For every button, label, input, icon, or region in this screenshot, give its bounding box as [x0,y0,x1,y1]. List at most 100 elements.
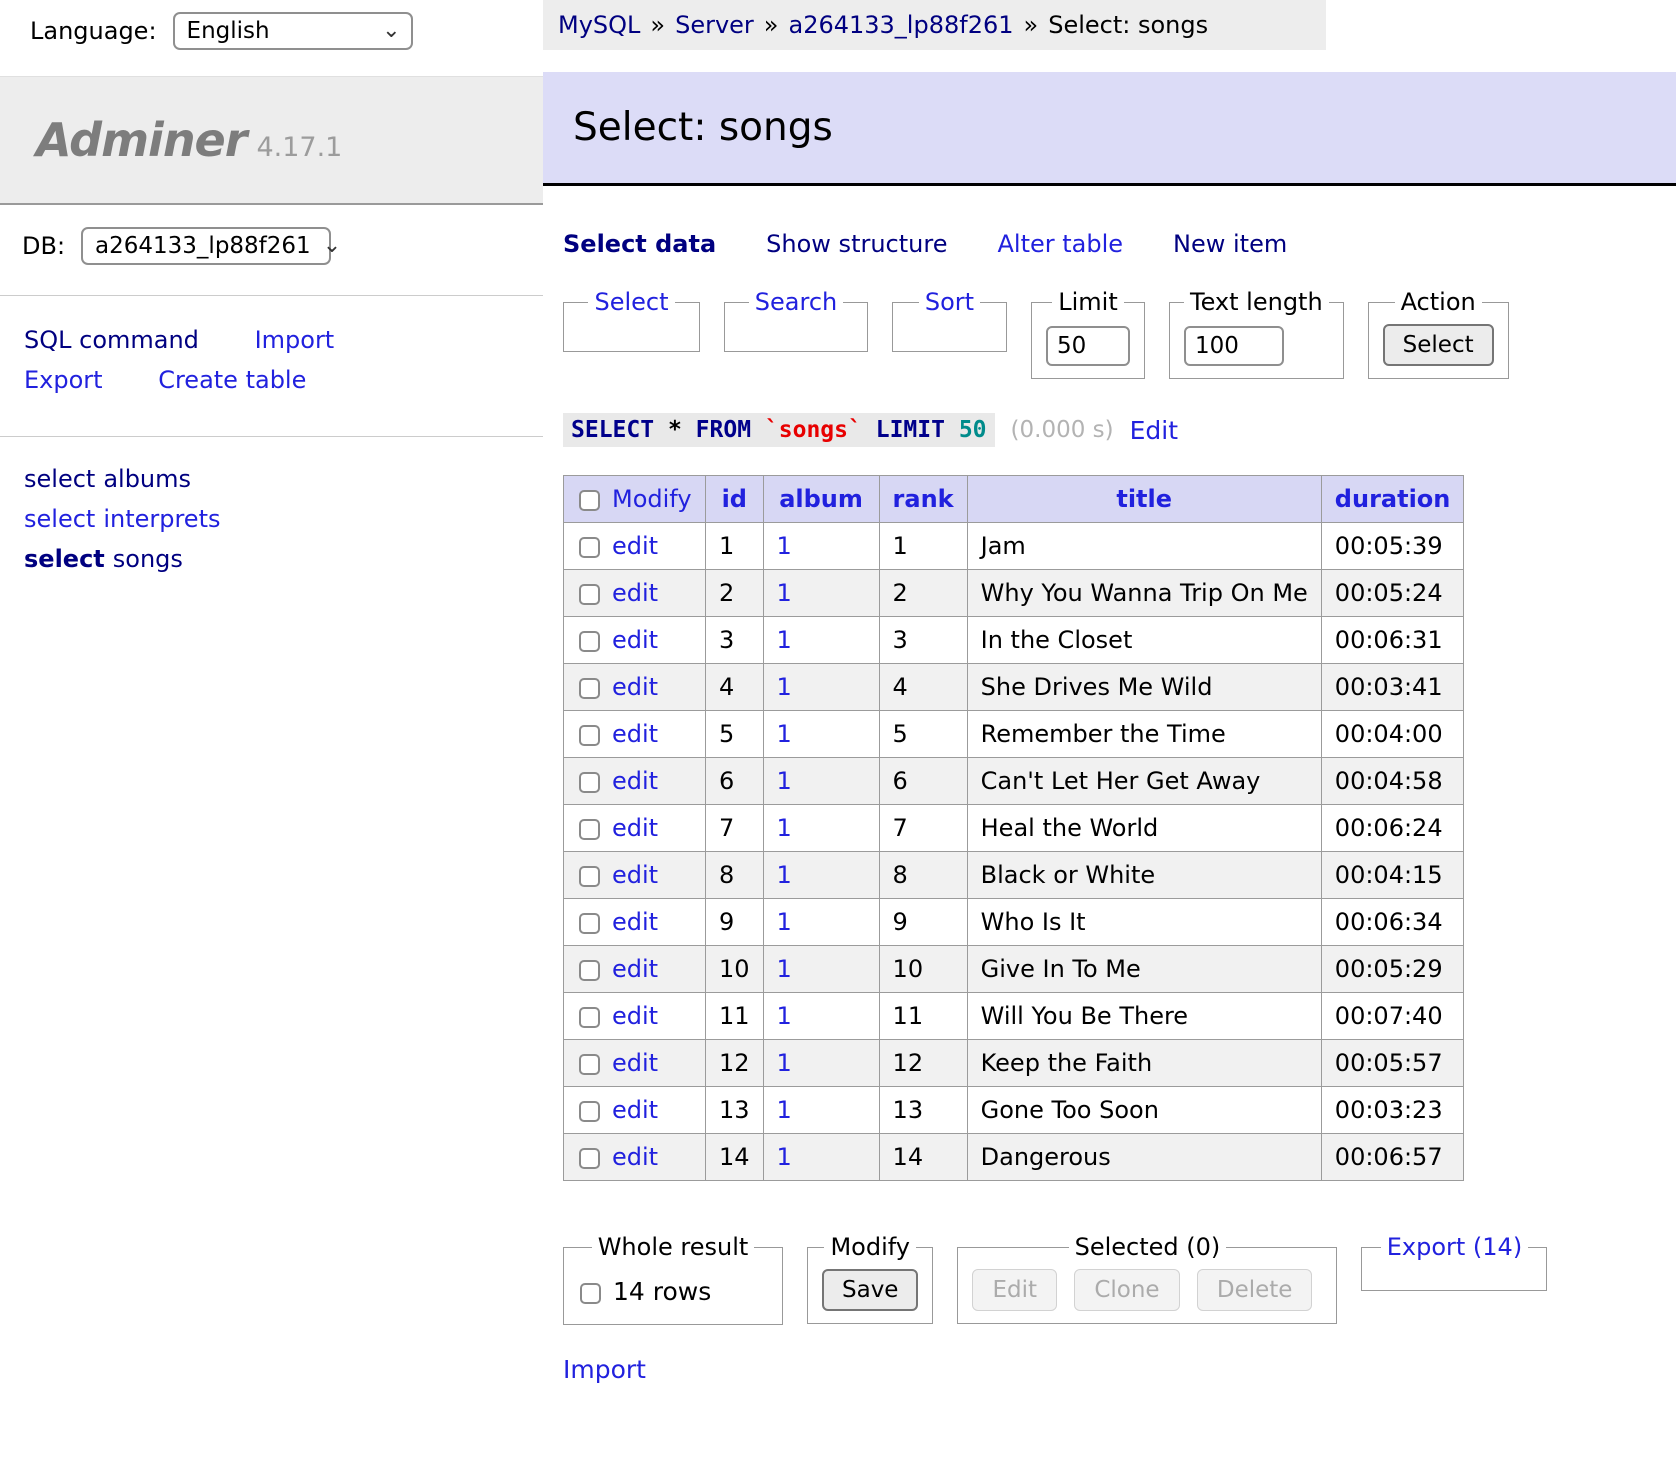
row-checkbox[interactable] [579,960,600,981]
filter-bar: Select Search Sort Limit Text length A [563,288,1676,379]
cell-id: 10 [706,946,764,993]
breadcrumb-link-database[interactable]: a264133_lp88f261 [788,11,1013,39]
cell-rank: 4 [879,664,967,711]
fieldset-modify: Modify Save [807,1233,933,1324]
row-checkbox[interactable] [579,631,600,652]
row-edit-link[interactable]: edit [612,814,658,842]
row-checkbox[interactable] [579,584,600,605]
row-edit-link[interactable]: edit [612,1096,658,1124]
album-link[interactable]: 1 [777,579,792,607]
table-select-link[interactable]: select [24,465,95,493]
search-fieldset-link[interactable]: Search [755,288,837,316]
row-checkbox[interactable] [579,1054,600,1075]
row-edit-link[interactable]: edit [612,532,658,560]
row-edit-link[interactable]: edit [612,720,658,748]
row-checkbox[interactable] [579,537,600,558]
album-link[interactable]: 1 [777,532,792,560]
cell-duration: 00:05:29 [1321,946,1464,993]
album-link[interactable]: 1 [777,720,792,748]
db-select[interactable]: a264133_lp88f261 ⌄ [81,227,331,265]
tab-new-item[interactable]: New item [1173,230,1287,258]
album-link[interactable]: 1 [777,767,792,795]
row-edit-link[interactable]: edit [612,908,658,936]
album-link[interactable]: 1 [777,626,792,654]
album-link[interactable]: 1 [777,1002,792,1030]
cell-id: 8 [706,852,764,899]
table-name-link[interactable]: albums [103,465,191,493]
row-edit-link[interactable]: edit [612,1049,658,1077]
table-select-link[interactable]: select [24,505,95,533]
row-edit-link[interactable]: edit [612,579,658,607]
cell-title: Why You Wanna Trip On Me [967,570,1321,617]
album-link[interactable]: 1 [777,814,792,842]
modify-cell: edit [564,1087,706,1134]
adminer-logo[interactable]: Adminer [36,113,246,167]
cell-album: 1 [763,523,879,570]
tab-show-structure[interactable]: Show structure [766,230,947,258]
album-link[interactable]: 1 [777,908,792,936]
cell-id: 3 [706,617,764,664]
row-edit-link[interactable]: edit [612,1143,658,1171]
db-label: DB: [22,232,65,260]
query-edit-link[interactable]: Edit [1130,416,1178,445]
cell-title: Gone Too Soon [967,1087,1321,1134]
row-checkbox[interactable] [579,725,600,746]
cell-album: 1 [763,664,879,711]
import-link[interactable]: Import [563,1355,646,1384]
selected-delete-button[interactable]: Delete [1197,1269,1313,1311]
sidebar-link-create-table[interactable]: Create table [158,366,306,394]
limit-input[interactable] [1046,326,1130,366]
modify-cell: edit [564,805,706,852]
row-edit-link[interactable]: edit [612,861,658,889]
cell-album: 1 [763,1040,879,1087]
sort-fieldset-link[interactable]: Sort [925,288,974,316]
album-link[interactable]: 1 [777,1096,792,1124]
row-checkbox[interactable] [579,678,600,699]
selected-edit-button[interactable]: Edit [972,1269,1057,1311]
album-link[interactable]: 1 [777,955,792,983]
save-button[interactable]: Save [822,1269,918,1311]
adminer-version: 4.17.1 [256,132,342,163]
tab-alter-table[interactable]: Alter table [997,230,1123,258]
cell-duration: 00:03:41 [1321,664,1464,711]
row-edit-link[interactable]: edit [612,673,658,701]
album-link[interactable]: 1 [777,1049,792,1077]
tab-select-data[interactable]: Select data [563,230,716,258]
breadcrumb-link-mysql[interactable]: MySQL [558,11,640,39]
row-checkbox[interactable] [579,913,600,934]
sidebar-link-export[interactable]: Export [24,366,103,394]
tabs: Select data Show structure Alter table N… [563,230,1676,258]
album-link[interactable]: 1 [777,861,792,889]
whole-result-checkbox[interactable] [580,1283,601,1304]
row-checkbox[interactable] [579,1007,600,1028]
row-checkbox[interactable] [579,1148,600,1169]
row-checkbox[interactable] [579,819,600,840]
row-checkbox[interactable] [579,1101,600,1122]
table-select-link[interactable]: select [24,545,105,573]
selected-clone-button[interactable]: Clone [1074,1269,1179,1311]
table-row: edit10110Give In To Me00:05:29 [564,946,1464,993]
row-edit-link[interactable]: edit [612,1002,658,1030]
sidebar-table-item: select interprets [24,503,543,536]
select-all-checkbox[interactable] [579,490,600,511]
breadcrumb-link-server[interactable]: Server [675,11,754,39]
sidebar-link-import[interactable]: Import [255,326,335,354]
export-link[interactable]: Export (14) [1387,1233,1522,1261]
album-link[interactable]: 1 [777,673,792,701]
modify-header-link[interactable]: Modify [612,485,692,513]
table-name-link[interactable]: interprets [103,505,220,533]
action-select-button[interactable]: Select [1383,324,1494,366]
cell-title: Black or White [967,852,1321,899]
row-edit-link[interactable]: edit [612,626,658,654]
language-select[interactable]: English ⌄ [173,12,413,50]
row-checkbox[interactable] [579,866,600,887]
row-edit-link[interactable]: edit [612,767,658,795]
table-name-link[interactable]: songs [113,545,183,573]
album-link[interactable]: 1 [777,1143,792,1171]
cell-id: 13 [706,1087,764,1134]
row-edit-link[interactable]: edit [612,955,658,983]
sidebar-link-sql-command[interactable]: SQL command [24,326,199,354]
select-fieldset-link[interactable]: Select [594,288,668,316]
text-length-input[interactable] [1184,326,1284,366]
row-checkbox[interactable] [579,772,600,793]
